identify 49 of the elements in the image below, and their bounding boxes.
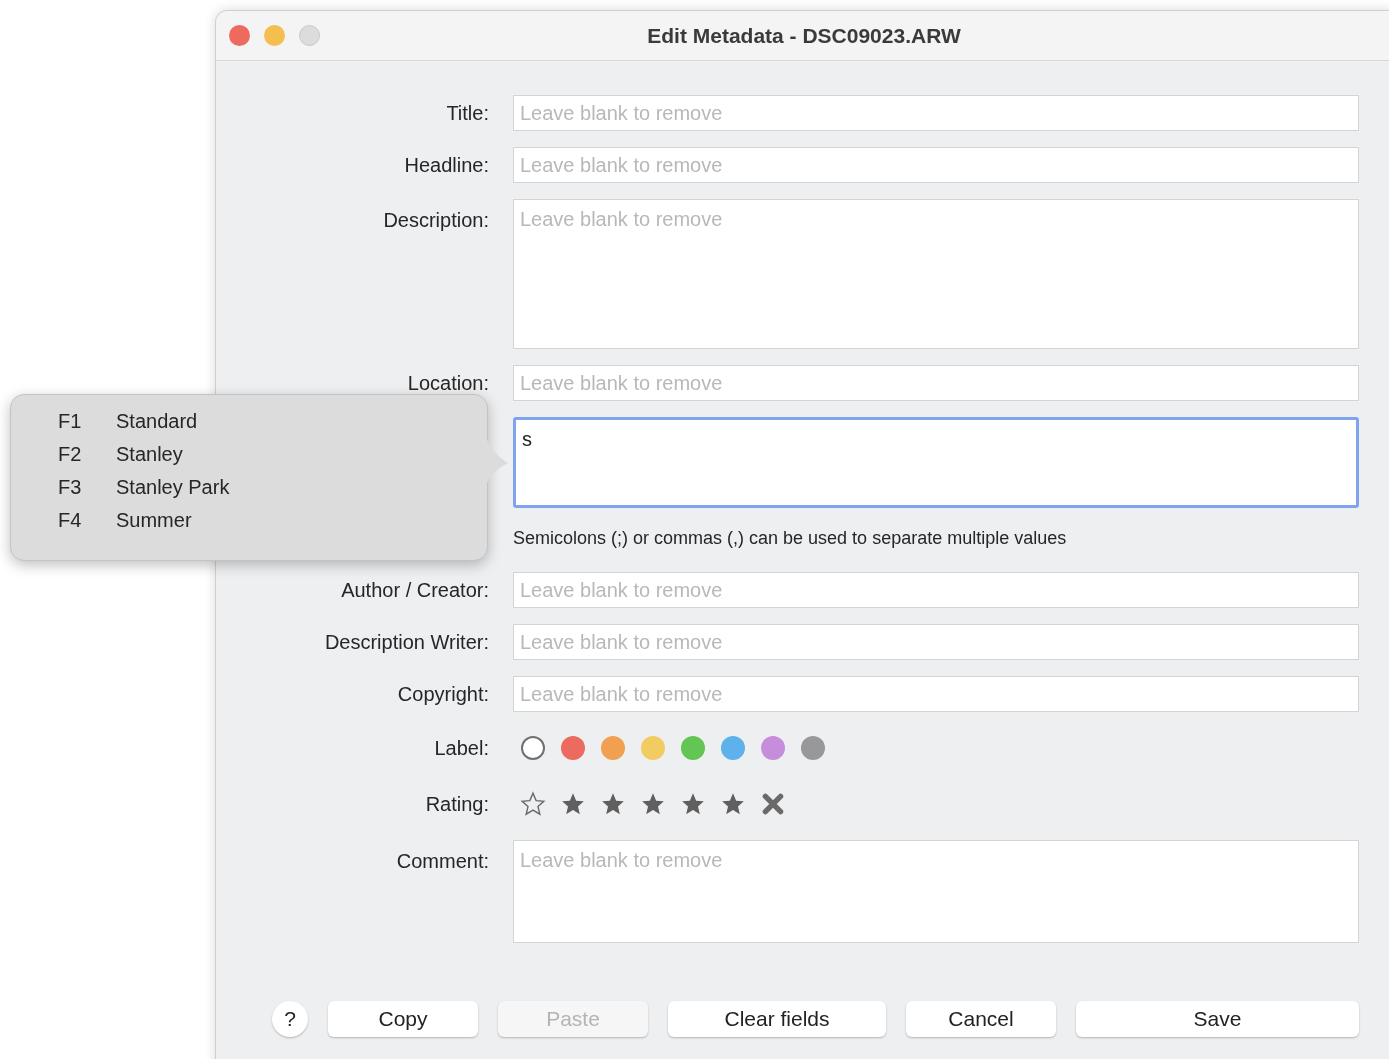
zoom-button[interactable]	[299, 25, 320, 46]
suggestion-item[interactable]: F1 Standard	[58, 404, 230, 437]
color-label-swatch[interactable]	[761, 736, 785, 760]
star-outline-icon[interactable]	[520, 791, 546, 817]
no-label-swatch[interactable]	[521, 736, 545, 760]
popup-pointer	[486, 436, 510, 486]
field-label: Label:	[434, 736, 489, 761]
suggestion-item[interactable]: F2 Stanley	[58, 437, 230, 470]
star-icon[interactable]	[600, 791, 626, 817]
star-icon[interactable]	[640, 791, 666, 817]
color-label-swatch[interactable]	[801, 736, 825, 760]
text-field[interactable]: Leave blank to remove	[513, 676, 1359, 712]
field-label: Description Writer:	[324, 630, 489, 655]
dialog-button[interactable]: Clear fields	[668, 1001, 886, 1037]
text-area[interactable]: Leave blank to remove	[513, 199, 1359, 349]
help-button[interactable]: ?	[272, 1001, 308, 1037]
star-icon[interactable]	[680, 791, 706, 817]
field-label: Description:	[383, 208, 489, 233]
text-field[interactable]: Leave blank to remove	[513, 572, 1359, 608]
reject-icon[interactable]	[760, 791, 786, 817]
dialog-button[interactable]: Save	[1076, 1001, 1359, 1037]
hint-text: Semicolons (;) or commas (,) can be used to separate multiple values	[513, 526, 1067, 550]
close-button[interactable]	[229, 25, 250, 46]
text-field[interactable]: Leave blank to remove	[513, 95, 1359, 131]
suggestion-item[interactable]: F3 Stanley Park	[58, 470, 230, 503]
suggestion-item[interactable]: F4 Summer	[58, 503, 230, 536]
field-label: Comment:	[396, 849, 489, 874]
text-field[interactable]: Leave blank to remove	[513, 365, 1359, 401]
color-label-swatch[interactable]	[601, 736, 625, 760]
color-label-swatch[interactable]	[561, 736, 585, 760]
field-label: Location:	[407, 371, 489, 396]
minimize-button[interactable]	[264, 25, 285, 46]
field-label: Author / Creator:	[341, 578, 489, 603]
text-field[interactable]: Leave blank to remove	[513, 147, 1359, 183]
color-label-swatch[interactable]	[641, 736, 665, 760]
field-label: Rating:	[425, 792, 489, 817]
color-label-swatch[interactable]	[681, 736, 705, 760]
star-icon[interactable]	[720, 791, 746, 817]
text-area[interactable]: s	[513, 417, 1359, 508]
field-label: Headline:	[404, 153, 489, 178]
dialog-button[interactable]: Copy	[328, 1001, 478, 1037]
field-label: Title:	[446, 101, 489, 126]
text-field[interactable]: Leave blank to remove	[513, 624, 1359, 660]
field-label: Copyright:	[397, 682, 489, 707]
color-label-swatch[interactable]	[721, 736, 745, 760]
star-icon[interactable]	[560, 791, 586, 817]
text-area[interactable]: Leave blank to remove	[513, 840, 1359, 943]
window-title: Edit Metadata - DSC09023.ARW	[646, 22, 962, 49]
dialog-button[interactable]: Cancel	[906, 1001, 1056, 1037]
